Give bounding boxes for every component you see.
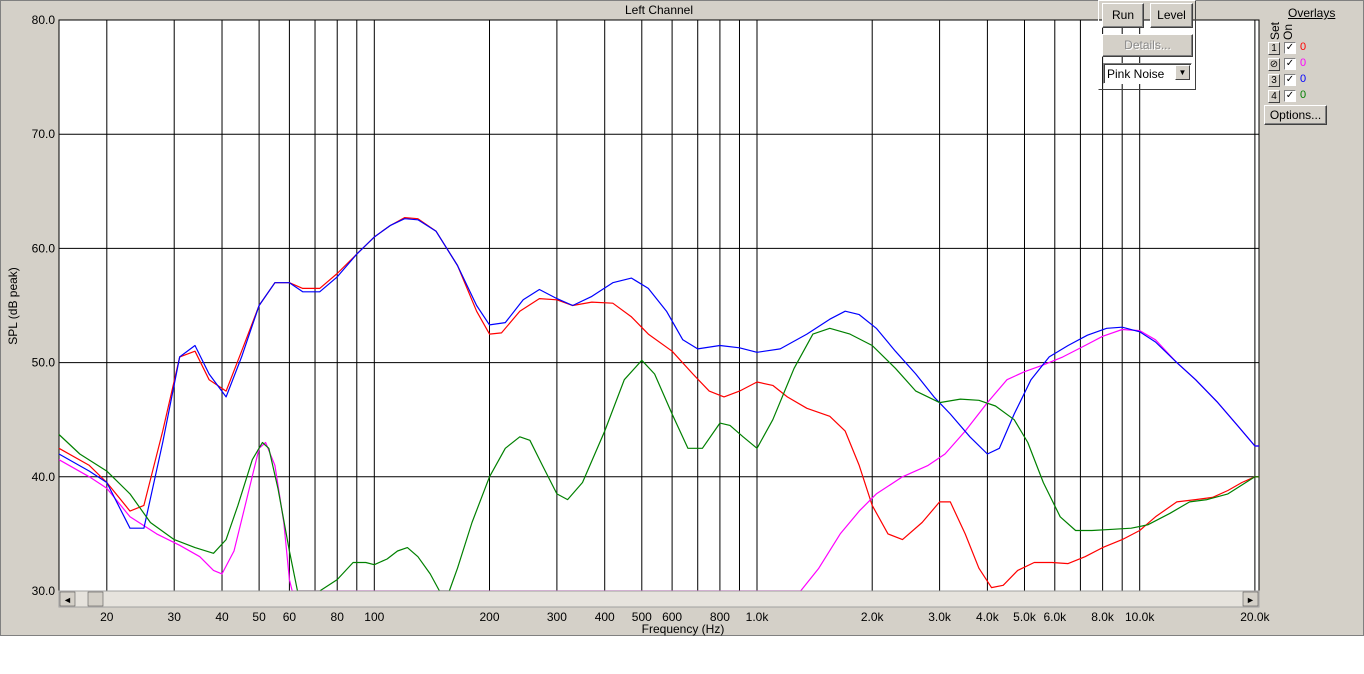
x-tick-label: 2.0k: [861, 610, 885, 624]
y-tick-labels: 30.0 40.0 50.0 60.0 70.0 80.0: [32, 13, 56, 598]
x-tick-label: 60: [283, 610, 297, 624]
x-tick-label: 400: [595, 610, 615, 624]
frequency-response-chart: 30.0 40.0 50.0 60.0 70.0 80.0 20 30 40 50 60 80 100…: [6, 3, 1271, 636]
x-axis-label: Frequency (Hz): [642, 622, 725, 636]
overlay-on-checkbox[interactable]: ✓: [1284, 58, 1296, 70]
overlay-value: 0: [1300, 89, 1307, 101]
overlay-on-checkbox[interactable]: ✓: [1284, 90, 1296, 102]
scroll-thumb[interactable]: [87, 591, 104, 607]
x-tick-label: 4.0k: [976, 610, 1000, 624]
x-tick-label: 8.0k: [1091, 610, 1115, 624]
overlay-value: 0: [1300, 73, 1307, 85]
overlays-title[interactable]: Overlays: [1288, 6, 1335, 20]
y-tick-label: 40.0: [32, 470, 56, 484]
overlay-on-checkbox[interactable]: ✓: [1284, 42, 1296, 54]
signal-select-value: Pink Noise: [1107, 67, 1165, 81]
chevron-down-icon[interactable]: ▼: [1175, 65, 1190, 80]
x-tick-label: 5.0k: [1013, 610, 1037, 624]
horizontal-scrollbar[interactable]: ◄ ►: [58, 590, 1260, 608]
x-tick-label: 40: [215, 610, 229, 624]
signal-select[interactable]: Pink Noise ▼: [1103, 63, 1192, 84]
x-tick-label: 80: [331, 610, 345, 624]
overlay-value: 0: [1300, 57, 1307, 69]
overlay-value: 0: [1300, 41, 1307, 53]
x-tick-label: 30: [168, 610, 182, 624]
options-button[interactable]: Options...: [1264, 105, 1327, 125]
details-button[interactable]: Details...: [1102, 34, 1193, 57]
chart-title: Left Channel: [625, 3, 693, 17]
overlay-on-checkbox[interactable]: ✓: [1284, 74, 1296, 86]
x-tick-label: 6.0k: [1043, 610, 1067, 624]
y-tick-label: 70.0: [32, 127, 56, 141]
y-tick-label: 30.0: [32, 584, 56, 598]
x-tick-label: 3.0k: [928, 610, 952, 624]
x-tick-label: 50: [252, 610, 266, 624]
scroll-right-icon: ►: [1246, 595, 1255, 605]
x-tick-label: 10.0k: [1125, 610, 1155, 624]
x-tick-label: 1.0k: [746, 610, 770, 624]
y-tick-label: 80.0: [32, 13, 56, 27]
run-button[interactable]: Run: [1102, 3, 1144, 28]
plot-area: [59, 20, 1259, 591]
x-tick-label: 20.0k: [1240, 610, 1270, 624]
overlay-set-button[interactable]: 4: [1268, 90, 1280, 103]
y-tick-label: 60.0: [32, 241, 56, 255]
scroll-left-icon: ◄: [63, 595, 72, 605]
overlay-set-button[interactable]: ⊘: [1268, 58, 1280, 71]
overlay-set-header: Set: [1268, 21, 1282, 40]
overlay-set-button[interactable]: 1: [1268, 42, 1280, 55]
y-tick-label: 50.0: [32, 356, 56, 370]
x-tick-label: 100: [364, 610, 384, 624]
x-tick-label: 300: [547, 610, 567, 624]
y-axis-label: SPL (dB peak): [6, 267, 20, 345]
overlay-set-button[interactable]: 3: [1268, 74, 1280, 87]
x-tick-label: 20: [100, 610, 114, 624]
overlay-on-header: On: [1281, 23, 1295, 40]
level-button[interactable]: Level: [1150, 3, 1193, 28]
x-tick-label: 200: [479, 610, 499, 624]
